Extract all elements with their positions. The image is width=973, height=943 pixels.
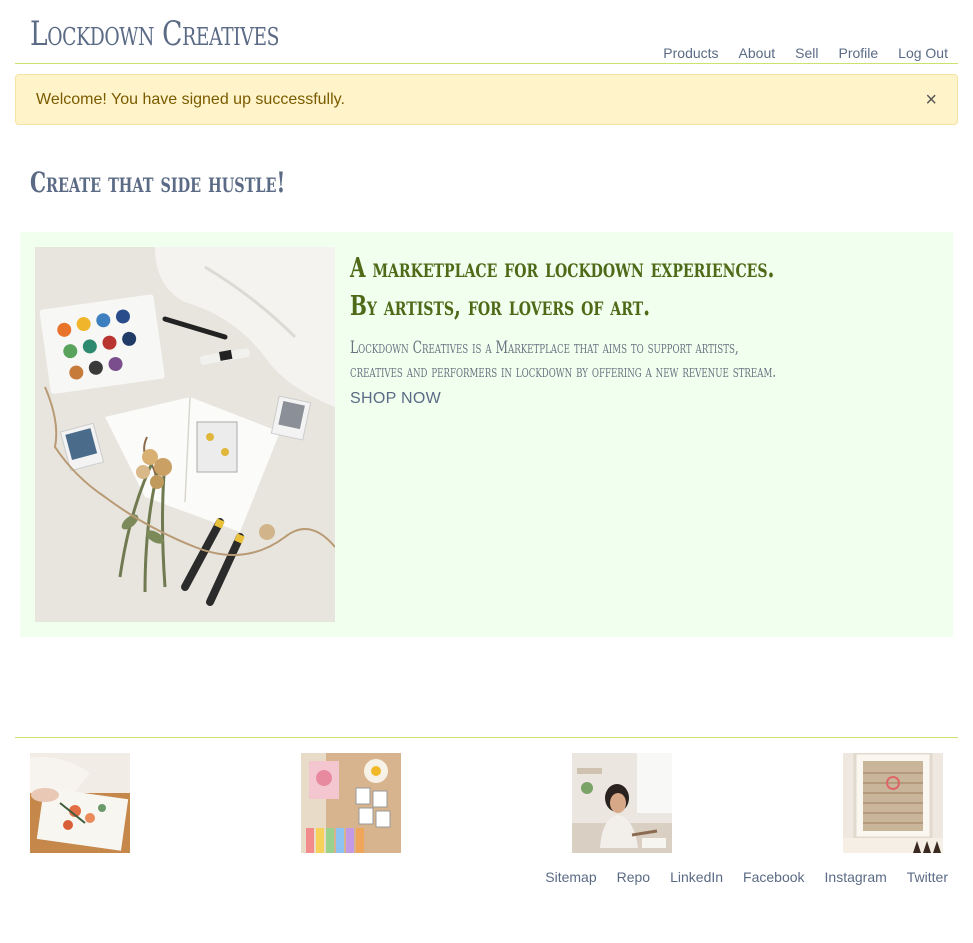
alert-message: Welcome! You have signed up successfully… (36, 91, 345, 108)
footer-divider (15, 737, 958, 738)
main-nav: Products About Sell Profile Log Out (663, 45, 948, 61)
hero-heading: A marketplace for lockdown experiences. … (350, 250, 774, 326)
hero-content: A marketplace for lockdown experiences. … (350, 250, 910, 407)
footer-link-sitemap[interactable]: Sitemap (545, 869, 596, 885)
footer-link-twitter[interactable]: Twitter (907, 869, 948, 885)
footer-nav: Sitemap Repo LinkedIn Facebook Instagram… (545, 869, 948, 885)
footer-image-artist (572, 753, 672, 853)
hero-image (35, 247, 335, 622)
footer-link-instagram[interactable]: Instagram (825, 869, 887, 885)
page-title: Create that side hustle! (30, 166, 286, 199)
brand-logo[interactable]: Lockdown Creatives (30, 14, 279, 54)
close-icon[interactable]: × (925, 89, 937, 111)
nav-products[interactable]: Products (663, 45, 718, 61)
site-header: Lockdown Creatives Products About Sell P… (15, 0, 958, 64)
nav-about[interactable]: About (739, 45, 776, 61)
shop-now-link[interactable]: SHOP NOW (350, 390, 441, 408)
hero-description: Lockdown Creatives is a Marketplace that… (350, 338, 777, 382)
success-alert: Welcome! You have signed up successfully… (15, 74, 958, 125)
footer-image-painting (30, 753, 130, 853)
nav-sell[interactable]: Sell (795, 45, 818, 61)
hero-section: A marketplace for lockdown experiences. … (20, 232, 953, 637)
nav-log-out[interactable]: Log Out (898, 45, 948, 61)
footer-link-repo[interactable]: Repo (617, 869, 650, 885)
footer-image-window (843, 753, 943, 853)
footer-link-linkedin[interactable]: LinkedIn (670, 869, 723, 885)
hero-heading-line-1: A marketplace for lockdown experiences. (350, 253, 775, 284)
nav-profile[interactable]: Profile (838, 45, 878, 61)
footer-link-facebook[interactable]: Facebook (743, 869, 804, 885)
hero-heading-line-2: By artists, for lovers of art. (350, 291, 651, 322)
footer-image-moodboard (301, 753, 401, 853)
